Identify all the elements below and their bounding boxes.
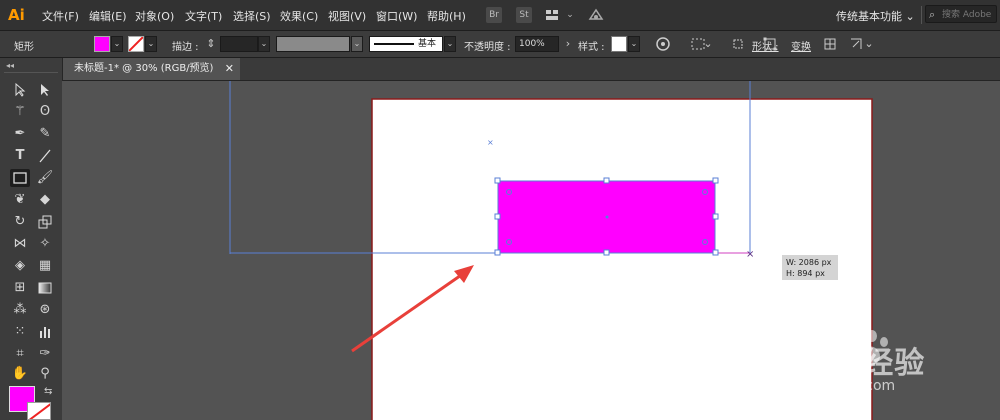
transform-reference-icon[interactable]: [822, 36, 838, 52]
search-adobe-input[interactable]: ⌕ 搜索 Adobe: [925, 5, 997, 23]
menu-object[interactable]: 对象(O): [135, 8, 174, 24]
scale-tool-icon[interactable]: [35, 213, 55, 231]
selection-type-label: 矩形: [14, 42, 34, 53]
menu-divider: [921, 6, 922, 24]
chevron-down-icon[interactable]: ⌄: [703, 36, 713, 52]
pen-tool-icon[interactable]: ✒: [10, 125, 30, 143]
fill-dropdown[interactable]: ⌄: [111, 36, 123, 52]
paintbrush-tool-icon[interactable]: 🖌: [35, 169, 55, 187]
gradient-tool-icon[interactable]: [35, 279, 55, 297]
stroke-dropdown[interactable]: ⌄: [145, 36, 157, 52]
tools-panel: ◂◂ ⚚ ʘ ✒ ✎ T 🖌 ❦ ◆ ↻ ⋈ ✧ ◈ ▦ ⊞ ⁂ ⊛ ⁙ ⌗ ✑…: [0, 58, 63, 420]
search-icon: ⌕: [929, 8, 936, 21]
menu-view[interactable]: 视图(V): [328, 8, 366, 24]
menu-window[interactable]: 窗口(W): [376, 8, 417, 24]
selection-tool-icon[interactable]: [10, 81, 30, 99]
center-point: [605, 215, 609, 219]
control-bar: 矩形 ⌄ ⌄ 描边 : ⇕ ⌄ ⌄ 基本 ⌄ 不透明度 : 100% › 样式 …: [0, 31, 1000, 58]
mesh-tool-icon[interactable]: ⊞: [10, 279, 30, 297]
panel-grip[interactable]: [4, 72, 58, 77]
brush-definition-field[interactable]: 基本: [369, 36, 443, 52]
stroke-weight-label: 描边 :: [172, 42, 199, 53]
line-segment-tool-icon[interactable]: [35, 147, 55, 165]
rotate-tool-icon[interactable]: ↻: [10, 213, 30, 231]
symbol-sprayer-tool-icon[interactable]: ⁙: [10, 323, 30, 341]
origin-marker: ×: [487, 138, 494, 147]
transform-label[interactable]: 变换: [791, 38, 811, 53]
watermark-url: jingyan.baidu.com: [766, 378, 896, 394]
brush-dropdown[interactable]: ⌄: [444, 36, 456, 52]
collapse-panel-icon[interactable]: ◂◂: [6, 61, 14, 70]
variable-width-profile[interactable]: [276, 36, 350, 52]
bridge-icon[interactable]: Br: [486, 7, 502, 23]
hand-tool-icon[interactable]: ✋: [10, 365, 30, 383]
menu-select[interactable]: 选择(S): [233, 8, 271, 24]
chevron-down-icon[interactable]: ⌄: [562, 7, 578, 23]
chevron-right-icon[interactable]: ›: [560, 36, 576, 52]
artboard-tool-icon[interactable]: ⌗: [10, 345, 30, 363]
blend-tool-icon[interactable]: ⊛: [35, 301, 55, 319]
stroke-weight-input[interactable]: [220, 36, 258, 52]
close-icon[interactable]: ✕: [225, 58, 234, 80]
search-placeholder: 搜索 Adobe: [942, 10, 992, 20]
opacity-label[interactable]: 不透明度 :: [464, 38, 511, 53]
graphic-style-swatch[interactable]: [611, 36, 627, 52]
chevron-down-icon: ⌄: [905, 10, 915, 23]
document-tab-title: 未标题-1* @ 30% (RGB/预览): [74, 63, 214, 74]
stroke-weight-dropdown[interactable]: ⌄: [258, 36, 270, 52]
workspace-label: 传统基本功能: [836, 10, 902, 23]
zoom-tool-icon[interactable]: ⚲: [35, 365, 55, 383]
tooltip-width: W: 2086 px: [786, 258, 832, 267]
swap-fill-stroke-icon[interactable]: ⇆: [44, 386, 52, 397]
stroke-weight-stepper[interactable]: ⇕: [203, 36, 219, 52]
width-tool-icon[interactable]: ⋈: [10, 235, 30, 253]
shape-properties-icon[interactable]: [762, 36, 778, 52]
arrange-documents-icon[interactable]: [544, 7, 560, 23]
stroke-color-swatch[interactable]: [128, 36, 144, 52]
gpu-performance-icon[interactable]: [588, 7, 604, 23]
shaper-tool-icon[interactable]: ❦: [10, 191, 30, 209]
isolate-object-icon[interactable]: [730, 36, 746, 52]
eyedropper-tool-icon[interactable]: ⁂: [10, 301, 30, 319]
graphic-style-dropdown[interactable]: ⌄: [628, 36, 640, 52]
tooltip-height: H: 894 px: [786, 269, 825, 278]
direct-selection-tool-icon[interactable]: [35, 81, 55, 99]
document-tab-bar: 未标题-1* @ 30% (RGB/预览) ✕: [62, 58, 1000, 81]
perspective-grid-tool-icon[interactable]: ▦: [35, 257, 55, 275]
document-tab[interactable]: 未标题-1* @ 30% (RGB/预览) ✕: [62, 58, 240, 80]
shape-builder-tool-icon[interactable]: ◈: [10, 257, 30, 275]
menu-edit[interactable]: 编辑(E): [89, 8, 127, 24]
menu-help[interactable]: 帮助(H): [427, 8, 466, 24]
rectangle-tool-icon[interactable]: [10, 169, 30, 187]
watermark: Baidu经验 jingyan.baidu.com: [762, 326, 962, 398]
slice-tool-icon[interactable]: ✑: [35, 345, 55, 363]
type-tool-icon[interactable]: T: [10, 147, 30, 165]
workspace-switcher[interactable]: 传统基本功能 ⌄: [836, 8, 915, 24]
menu-bar: Ai 文件(F) 编辑(E) 对象(O) 文字(T) 选择(S) 效果(C) 视…: [0, 0, 1000, 31]
stroke-color-swatch[interactable]: [27, 402, 51, 420]
opacity-input[interactable]: 100%: [515, 36, 559, 52]
dimension-tooltip: W: 2086 px H: 894 px: [782, 255, 838, 280]
brush-label: 基本: [418, 39, 437, 49]
cursor-crosshair: ×: [746, 249, 754, 260]
app-logo: Ai: [8, 6, 25, 24]
curvature-tool-icon[interactable]: ✎: [35, 125, 55, 143]
column-graph-tool-icon[interactable]: [35, 323, 55, 341]
stock-icon[interactable]: St: [516, 7, 532, 23]
watermark-brand: Baidu经验: [762, 346, 926, 381]
menu-effect[interactable]: 效果(C): [280, 8, 318, 24]
variable-width-dropdown[interactable]: ⌄: [351, 36, 363, 52]
puppet-warp-tool-icon[interactable]: ✧: [35, 235, 55, 253]
chevron-down-icon[interactable]: ⌄: [864, 36, 874, 52]
menu-type[interactable]: 文字(T): [185, 8, 222, 24]
menu-file[interactable]: 文件(F): [42, 8, 79, 24]
pixel-align-icon[interactable]: [848, 36, 864, 52]
magic-wand-tool-icon[interactable]: ⚚: [10, 103, 30, 121]
recolor-artwork-icon[interactable]: [655, 36, 671, 52]
style-label: 样式 :: [578, 42, 605, 53]
lasso-tool-icon[interactable]: ʘ: [35, 103, 55, 121]
eraser-tool-icon[interactable]: ◆: [35, 191, 55, 209]
fill-color-swatch[interactable]: [94, 36, 110, 52]
